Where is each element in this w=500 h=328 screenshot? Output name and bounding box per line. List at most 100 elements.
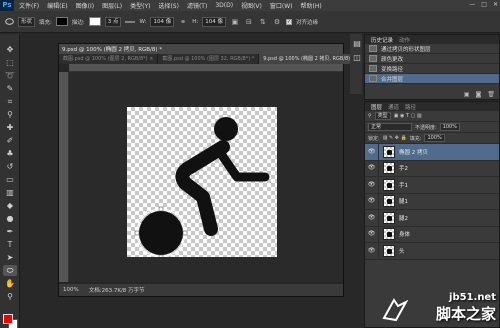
document-tab[interactable]: 截图.psd @ 100% (图层 2, RGB/8*) × — [59, 54, 159, 64]
watermark-text: 脚本之家 — [435, 305, 496, 323]
layer-row[interactable]: 👁 头 — [365, 242, 499, 260]
path-arrangement-icon[interactable]: ⇅ — [258, 17, 268, 27]
stroke-width-field[interactable]: 3 点 — [104, 16, 122, 27]
tab-layers[interactable]: 图层 — [368, 103, 385, 111]
filter-icons[interactable]: ▣ ◉ T ▢ ▨ — [394, 113, 422, 119]
menu-file[interactable]: 文件(F) — [19, 1, 39, 10]
menu-type[interactable]: 类型(Y) — [130, 1, 150, 10]
menu-window[interactable]: 窗口(W) — [270, 1, 293, 10]
eye-icon[interactable]: 👁 — [365, 242, 379, 259]
healing-brush-tool-icon[interactable]: ✚ — [3, 122, 17, 133]
pen-tool-icon[interactable]: ✒ — [3, 226, 17, 237]
align-edges-label: 对齐边缘 — [295, 19, 318, 26]
watermark-logo-icon — [382, 298, 408, 322]
eye-icon[interactable]: 👁 — [365, 193, 379, 210]
menu-help[interactable]: 帮助(H) — [301, 1, 322, 10]
layer-row[interactable]: 👁 腿1 — [365, 193, 499, 210]
brush-tool-icon[interactable]: ✐ — [3, 135, 17, 146]
align-edges-checkbox[interactable]: ✓ — [285, 18, 292, 25]
fill-field[interactable]: 100% — [424, 134, 445, 142]
eyedropper-tool-icon[interactable]: ⚲ — [3, 109, 17, 120]
menu-image[interactable]: 图像(I) — [76, 1, 94, 10]
layer-row[interactable]: 👁 腿2 — [365, 209, 499, 227]
layer-row[interactable]: 👁 身体 — [365, 226, 499, 243]
zoom-tool-icon[interactable]: ⚲ — [3, 291, 17, 302]
maximize-button[interactable]: □ — [481, 1, 487, 8]
close-button[interactable]: ✕ — [493, 1, 498, 8]
tab-paths[interactable]: 路径 — [402, 103, 419, 111]
trash-icon[interactable]: 🗑 — [487, 91, 495, 98]
history-icon[interactable]: ▤ — [350, 38, 364, 49]
history-item[interactable]: 变换路径 — [365, 64, 499, 74]
eye-icon[interactable]: 👁 — [365, 209, 379, 226]
blur-tool-icon[interactable]: ◆ — [3, 200, 17, 211]
stroke-type-icon[interactable] — [125, 17, 136, 27]
quick-select-tool-icon[interactable]: ✎ — [3, 83, 17, 94]
hand-tool-icon[interactable]: ✋ — [3, 278, 17, 289]
fill-swatch[interactable] — [55, 17, 68, 26]
width-field[interactable]: 104 像 — [150, 16, 175, 27]
canvas[interactable] — [127, 107, 277, 260]
height-field[interactable]: 104 像 — [202, 16, 226, 27]
tab-channels[interactable]: 通道 — [385, 103, 402, 111]
properties-icon[interactable]: ◫ — [350, 52, 364, 63]
status-bar: 100% 文档:263.7K/8 万字节 — [59, 284, 343, 296]
canvas-area[interactable] — [69, 72, 343, 282]
eye-icon[interactable]: 👁 — [365, 226, 379, 243]
menu-layer[interactable]: 图层(L) — [102, 1, 122, 10]
menu-select[interactable]: 选择(S) — [158, 1, 179, 10]
link-icon[interactable]: ⚭ — [178, 17, 188, 27]
layer-name: 身体 — [399, 232, 411, 239]
history-item[interactable]: 颜色更改 — [365, 54, 499, 64]
zoom-level[interactable]: 100% — [63, 287, 79, 293]
ellipse-tool-icon[interactable]: ⬭ — [3, 265, 17, 276]
layer-row[interactable]: 👁 手1 — [365, 176, 499, 194]
crop-tool-icon[interactable]: ⌗ — [3, 96, 17, 107]
path-selection-tool-icon[interactable]: ➤ — [3, 252, 17, 263]
lasso-tool-icon[interactable]: ➰ — [3, 70, 17, 81]
foreground-color-swatch[interactable] — [3, 314, 13, 324]
ellipse-tool-icon[interactable] — [4, 17, 14, 27]
dodge-tool-icon[interactable]: ● — [3, 213, 17, 224]
history-footer: ▣ ◙ 🗑 — [464, 91, 495, 98]
eye-icon[interactable]: 👁 — [365, 160, 379, 177]
width-label: W: — [139, 18, 147, 25]
lock-label: 锁定: — [368, 135, 380, 142]
snapshot-icon[interactable]: ▣ — [464, 91, 470, 98]
tab-history[interactable]: 历史记录 — [368, 36, 396, 44]
move-tool-icon[interactable]: ✥ — [3, 44, 17, 55]
clone-stamp-tool-icon[interactable]: ♣ — [3, 148, 17, 159]
document-tab-active[interactable]: 9.psd @ 100% (椭圆 2 拷贝, RGB/8) * — [259, 54, 360, 64]
gradient-tool-icon[interactable]: ▥ — [3, 187, 17, 198]
opacity-field[interactable]: 100% — [439, 123, 460, 131]
history-brush-tool-icon[interactable]: ↺ — [3, 161, 17, 172]
type-tool-icon[interactable]: T — [3, 239, 17, 250]
document-tab[interactable]: 截图.psd @ 100% (图层 32, RGB/8*) * — [158, 54, 260, 64]
path-operations-icon[interactable]: ▣ — [230, 17, 240, 27]
minimize-button[interactable]: — — [469, 1, 475, 8]
blend-mode-select[interactable]: 正常 — [368, 123, 412, 131]
stroke-swatch[interactable] — [88, 17, 101, 26]
camera-icon[interactable]: ◙ — [476, 91, 482, 98]
path-alignment-icon[interactable]: ⊟ — [244, 17, 254, 27]
tab-actions[interactable]: 动作 — [396, 36, 413, 44]
shape-mode-select[interactable]: 形状 — [18, 16, 36, 27]
lock-icons[interactable]: ▨ ✎ ✥ 🔒 — [383, 135, 407, 141]
menu-edit[interactable]: 编辑(E) — [47, 1, 67, 10]
menu-3d[interactable]: 3D(D) — [215, 2, 233, 9]
document-size: 文档:263.7K/8 万字节 — [88, 288, 145, 294]
history-item-active[interactable]: 合并图层 — [365, 74, 499, 84]
marquee-tool-icon[interactable]: ⬚ — [3, 57, 17, 68]
menu-view[interactable]: 视图(V) — [241, 1, 262, 10]
layer-thumbnail — [383, 162, 395, 175]
menu-filter[interactable]: 滤镜(T) — [187, 1, 207, 10]
eye-icon[interactable]: 👁 — [365, 176, 379, 193]
eye-icon[interactable]: 👁 — [365, 143, 379, 160]
gear-icon[interactable]: ⚙ — [272, 17, 282, 27]
eraser-tool-icon[interactable]: ▭ — [3, 174, 17, 185]
document-titlebar[interactable]: 9.psd @ 100% (椭圆 2 拷贝, RGB/8) * — [59, 44, 343, 54]
layer-row-selected[interactable]: 👁 椭圆 2 拷贝 — [365, 143, 499, 161]
layer-row[interactable]: 👁 手2 — [365, 160, 499, 177]
layer-kind-select[interactable]: 类型 — [374, 112, 391, 120]
history-item[interactable]: 通过拷贝的形状图层 — [365, 44, 499, 54]
